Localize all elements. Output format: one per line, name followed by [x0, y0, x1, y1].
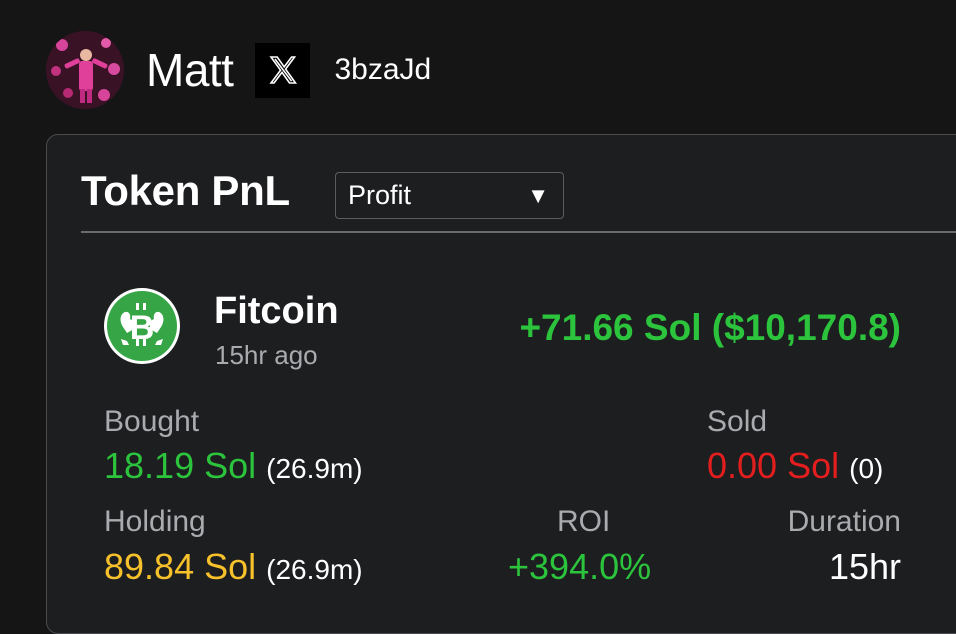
- profile-header: Matt 3bzaJd: [46, 31, 431, 109]
- holding-value: 89.84 Sol (26.9m): [104, 546, 363, 588]
- dropdown-arrow-icon: ▼: [527, 182, 549, 208]
- duration-value: 15hr: [828, 546, 901, 587]
- token-pnl-total: +71.66 Sol ($10,170.8): [519, 307, 901, 348]
- bought-label: Bought: [104, 405, 200, 438]
- bought-count: (26.9m): [266, 453, 363, 484]
- sold-label: Sold: [707, 405, 768, 438]
- duration-label: Duration: [787, 505, 901, 538]
- wallet-handle[interactable]: 3bzaJd: [334, 53, 431, 87]
- bitcoin-flex-icon: B: [104, 288, 180, 364]
- divider: [81, 231, 956, 233]
- avatar[interactable]: [46, 31, 124, 109]
- sold-value: 0.00 Sol (0): [707, 445, 883, 487]
- bought-value: 18.19 Sol (26.9m): [104, 445, 363, 487]
- x-logo-icon[interactable]: [255, 42, 311, 98]
- pnl-filter-select[interactable]: Profit ▼: [335, 172, 564, 219]
- holding-amount: 89.84 Sol: [104, 546, 257, 587]
- card-title: Token PnL: [81, 167, 290, 214]
- pnl-filter-value: Profit: [348, 180, 412, 210]
- token-pnl-card: Token PnL Profit ▼ B Fitcoin 15hr ago +7…: [46, 134, 956, 634]
- token-time-ago: 15hr ago: [215, 340, 318, 370]
- avatar-image: [46, 31, 124, 109]
- sold-amount: 0.00 Sol: [707, 445, 840, 486]
- token-name: Fitcoin: [214, 290, 339, 332]
- holding-count: (26.9m): [266, 554, 363, 585]
- roi-value: +394.0%: [508, 546, 652, 587]
- username: Matt: [146, 44, 234, 96]
- roi-label: ROI: [557, 505, 611, 538]
- holding-label: Holding: [104, 505, 206, 538]
- sold-count: (0): [849, 453, 884, 484]
- svg-text:B: B: [130, 309, 155, 347]
- bought-amount: 18.19 Sol: [104, 445, 257, 486]
